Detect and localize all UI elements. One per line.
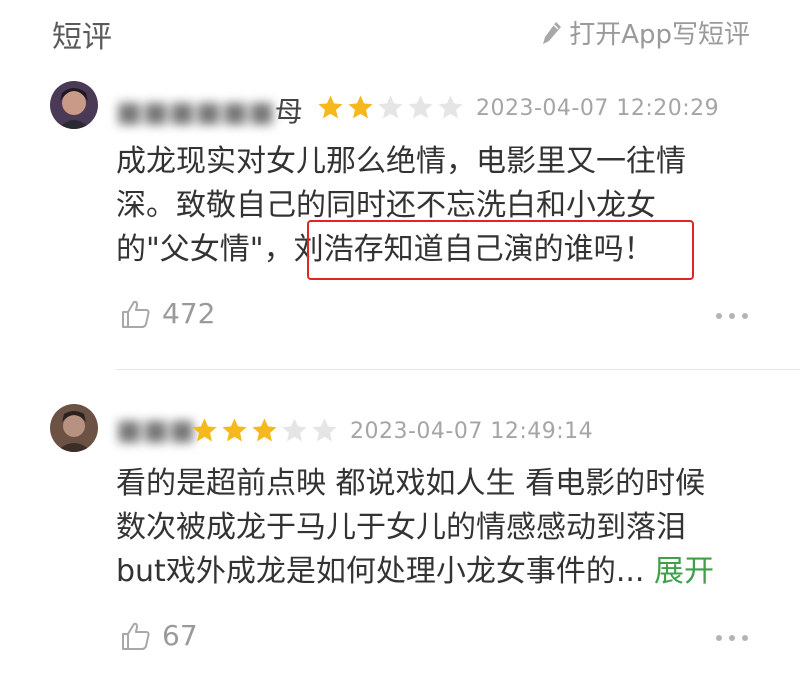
highlight-box <box>307 220 694 280</box>
like-count: 472 <box>162 297 216 330</box>
star-filled-icon <box>252 418 277 442</box>
thumbs-up-icon <box>122 622 150 650</box>
dot-icon <box>742 313 748 319</box>
avatar[interactable] <box>50 81 98 129</box>
star-rating <box>316 93 466 122</box>
dot-icon <box>716 635 722 641</box>
review-date: 2023-04-07 12:20:29 <box>476 96 720 121</box>
divider <box>116 369 800 370</box>
pencil-icon <box>543 21 562 44</box>
expand-link[interactable]: 展开 <box>654 554 714 589</box>
star-rating <box>190 416 340 445</box>
dot-icon <box>729 635 735 641</box>
more-options-button[interactable] <box>709 313 748 319</box>
star-empty-icon <box>438 95 463 119</box>
star-filled-icon <box>192 418 217 442</box>
thumbs-up-icon <box>122 300 150 328</box>
section-title: 短评 <box>52 20 112 55</box>
short-review-header: 短评 打开App写短评 <box>0 0 800 70</box>
star-empty-icon <box>282 418 307 442</box>
like-button[interactable]: 67 <box>120 619 198 652</box>
star-filled-icon <box>222 418 247 442</box>
dot-icon <box>716 313 722 319</box>
write-review-label: 打开App写短评 <box>569 20 750 50</box>
review-content: 看的是超前点映 都说戏如人生 看电影的时候 数次被成龙于马儿于女儿的情感感动到落… <box>116 466 714 589</box>
star-empty-icon <box>408 95 433 119</box>
star-empty-icon <box>312 418 337 442</box>
like-count: 67 <box>162 619 198 652</box>
dot-icon <box>742 635 748 641</box>
review-date: 2023-04-07 12:49:14 <box>350 419 594 444</box>
star-filled-icon <box>318 95 343 119</box>
star-empty-icon <box>378 95 403 119</box>
star-filled-icon <box>348 95 373 119</box>
username[interactable]: ■■■ <box>116 413 195 446</box>
write-review-link[interactable]: 打开App写短评 <box>541 14 750 51</box>
avatar[interactable] <box>50 404 98 452</box>
dot-icon <box>729 313 735 319</box>
like-button[interactable]: 472 <box>120 297 215 330</box>
more-options-button[interactable] <box>709 635 748 641</box>
username[interactable]: ■■■■■■母 <box>116 90 303 130</box>
